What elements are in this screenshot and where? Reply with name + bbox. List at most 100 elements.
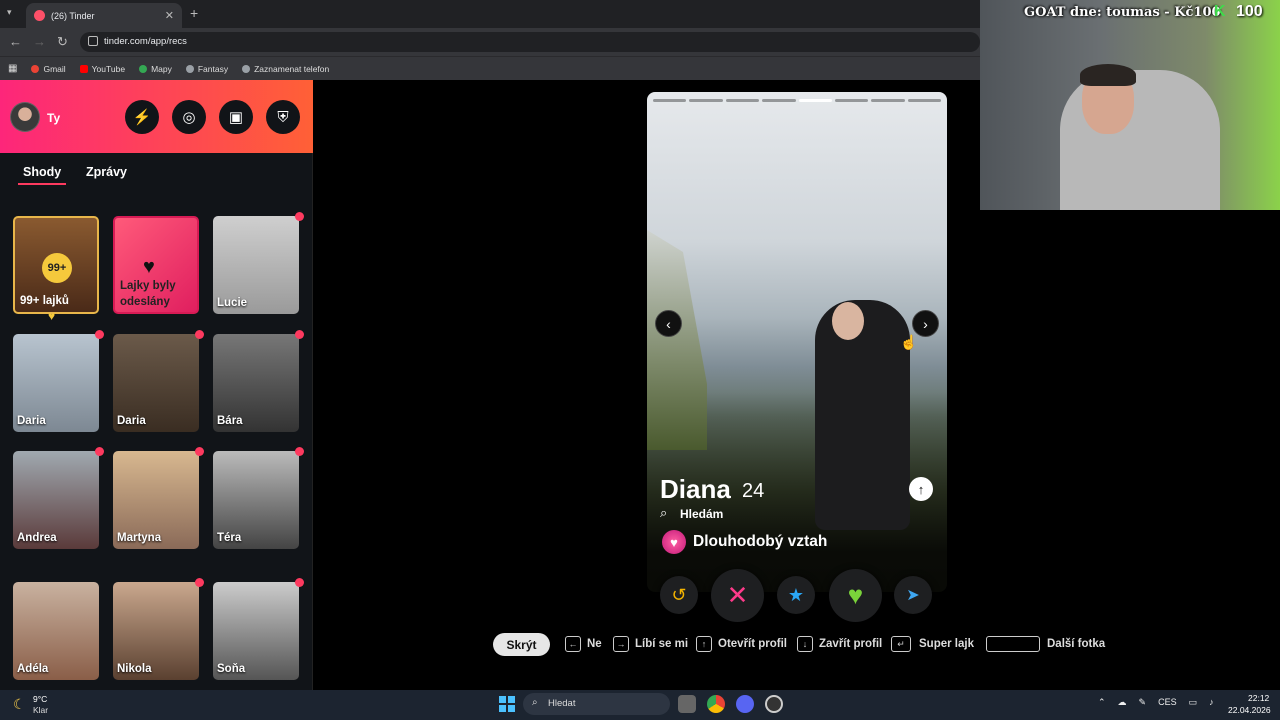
looking-for-label: Hledám: [680, 507, 724, 521]
close-tab-icon[interactable]: ✕: [165, 9, 174, 22]
boost-lightning-icon[interactable]: ⚡: [125, 100, 159, 134]
tab-messages[interactable]: Zprávy: [86, 165, 127, 179]
bookmark-fantasy[interactable]: Fantasy: [185, 64, 228, 74]
weather-temperature[interactable]: 9°C: [33, 694, 47, 704]
bookmark-youtube[interactable]: YouTube: [79, 64, 125, 74]
previous-photo-button[interactable]: ‹: [655, 310, 682, 337]
photo-progress-segment: [834, 99, 869, 102]
nope-x-icon[interactable]: ✕: [711, 569, 764, 622]
search-icon: ⌕: [532, 697, 538, 708]
new-match-dot: [295, 578, 304, 587]
shortcut-like-label: Líbí se mi: [635, 638, 689, 650]
photo-progress-segment: [689, 99, 723, 102]
match-card[interactable]: Martyna: [113, 451, 199, 549]
new-match-dot: [295, 330, 304, 339]
apps-grid-icon[interactable]: ▦: [8, 63, 17, 74]
super-like-star-icon[interactable]: ★: [777, 576, 815, 614]
new-match-dot: [195, 330, 204, 339]
site-info-icon[interactable]: [88, 36, 98, 46]
space-key-icon: [986, 636, 1040, 652]
photo-subject-face: [832, 302, 864, 340]
taskbar-search-input[interactable]: Hledat: [523, 693, 670, 715]
bookmark-gmail[interactable]: Gmail: [31, 64, 66, 74]
send-paper-plane-icon[interactable]: ➤: [894, 576, 932, 614]
match-card[interactable]: Adéla: [13, 582, 99, 680]
reload-icon[interactable]: ↻: [57, 34, 68, 50]
obs-icon[interactable]: [765, 695, 783, 713]
open-profile-arrow-icon[interactable]: ↑: [909, 477, 933, 501]
display-icon[interactable]: ▭: [1189, 697, 1198, 708]
new-match-dot: [195, 447, 204, 456]
avatar[interactable]: [10, 102, 40, 132]
match-name: Daria: [117, 415, 146, 427]
match-card[interactable]: Nikola: [113, 582, 199, 680]
forward-arrow-icon[interactable]: →: [33, 34, 46, 49]
profile-age: 24: [742, 480, 765, 502]
tab-search-button[interactable]: ▾: [7, 7, 12, 18]
match-name: Nikola: [117, 663, 152, 675]
like-heart-icon[interactable]: ♥: [829, 569, 882, 622]
match-card[interactable]: Soňa: [213, 582, 299, 680]
system-tray: ⌃ ☁ ✎ CES ▭ ♪: [1098, 697, 1214, 708]
match-card[interactable]: Téra: [213, 451, 299, 549]
photo-progress: [653, 99, 941, 102]
rewind-icon[interactable]: ↺: [660, 576, 698, 614]
windows-start-icon[interactable]: [499, 696, 515, 712]
onedrive-cloud-icon[interactable]: ☁: [1118, 697, 1127, 708]
user-label[interactable]: Ty: [47, 111, 60, 125]
kick-logo-icon: K: [1214, 3, 1226, 20]
left-key-icon: ←: [565, 636, 581, 652]
bookmark-zaznamenat[interactable]: Zaznamenat telefon: [242, 64, 329, 74]
tray-chevron-icon[interactable]: ⌃: [1098, 697, 1106, 708]
new-match-dot: [295, 447, 304, 456]
tab-matches[interactable]: Shody: [23, 165, 61, 179]
clock-time[interactable]: 22:12: [1248, 693, 1269, 703]
tinder-favicon-icon: [34, 10, 45, 21]
chrome-icon[interactable]: [707, 695, 725, 713]
task-view-icon[interactable]: [678, 695, 696, 713]
volume-icon[interactable]: ♪: [1209, 697, 1214, 708]
pen-icon[interactable]: ✎: [1139, 697, 1147, 708]
shortcut-no-label: Ne: [587, 638, 602, 650]
safety-shield-icon[interactable]: ⛨: [266, 100, 300, 134]
url-input[interactable]: tinder.com/app/recs: [80, 32, 980, 52]
heart-sent-icon: ♥: [143, 256, 155, 278]
match-card[interactable]: Lucie: [213, 216, 299, 314]
right-key-icon: →: [613, 636, 629, 652]
likes-card[interactable]: 99+ 99+ lajků: [13, 216, 99, 314]
browser-tab[interactable]: (26) Tinder ✕: [26, 3, 182, 28]
gold-heart-icon: ♥: [48, 309, 56, 323]
explore-compass-icon[interactable]: ◎: [172, 100, 206, 134]
discord-icon[interactable]: [736, 695, 754, 713]
photo-progress-segment: [798, 99, 832, 102]
back-arrow-icon[interactable]: ←: [9, 34, 22, 49]
match-card[interactable]: Daria: [113, 334, 199, 432]
stream-overlay-count: 100: [1236, 3, 1263, 20]
bookmark-mapy[interactable]: Mapy: [139, 64, 172, 74]
match-card[interactable]: Andrea: [13, 451, 99, 549]
moon-weather-icon[interactable]: ☾: [13, 696, 26, 713]
new-tab-button[interactable]: +: [190, 5, 198, 21]
bookmarks-bar: ▦ Gmail YouTube Mapy Fantasy Zaznamenat …: [0, 56, 980, 80]
briefcase-icon[interactable]: ▣: [219, 100, 253, 134]
photo-progress-segment: [762, 99, 796, 102]
active-tab-indicator: [18, 183, 66, 185]
weather-description[interactable]: Klar: [33, 705, 48, 715]
next-photo-button[interactable]: ›: [912, 310, 939, 337]
stream-overlay-text: GOAT dne: toumas - Kč100: [1024, 5, 1221, 20]
enter-key-icon: ↵: [891, 636, 911, 652]
match-name: Lucie: [217, 297, 248, 309]
clock-date[interactable]: 22.04.2026: [1228, 705, 1271, 715]
webcam-person-hair: [1080, 64, 1136, 86]
hide-shortcuts-button[interactable]: Skrýt: [493, 633, 550, 656]
search-icon: ⌕: [660, 505, 668, 520]
match-card[interactable]: Bára: [213, 334, 299, 432]
match-name: Andrea: [17, 532, 57, 544]
shortcut-close-profile-label: Zavřít profil: [819, 638, 883, 650]
heart-arrow-icon: ♥: [662, 530, 686, 554]
up-key-icon: ↑: [696, 636, 712, 652]
photo-progress-segment: [907, 99, 941, 102]
language-indicator[interactable]: CES: [1158, 697, 1177, 708]
match-card[interactable]: Daria: [13, 334, 99, 432]
likes-sent-card[interactable]: ♥ Lajky byly odeslány: [113, 216, 199, 314]
